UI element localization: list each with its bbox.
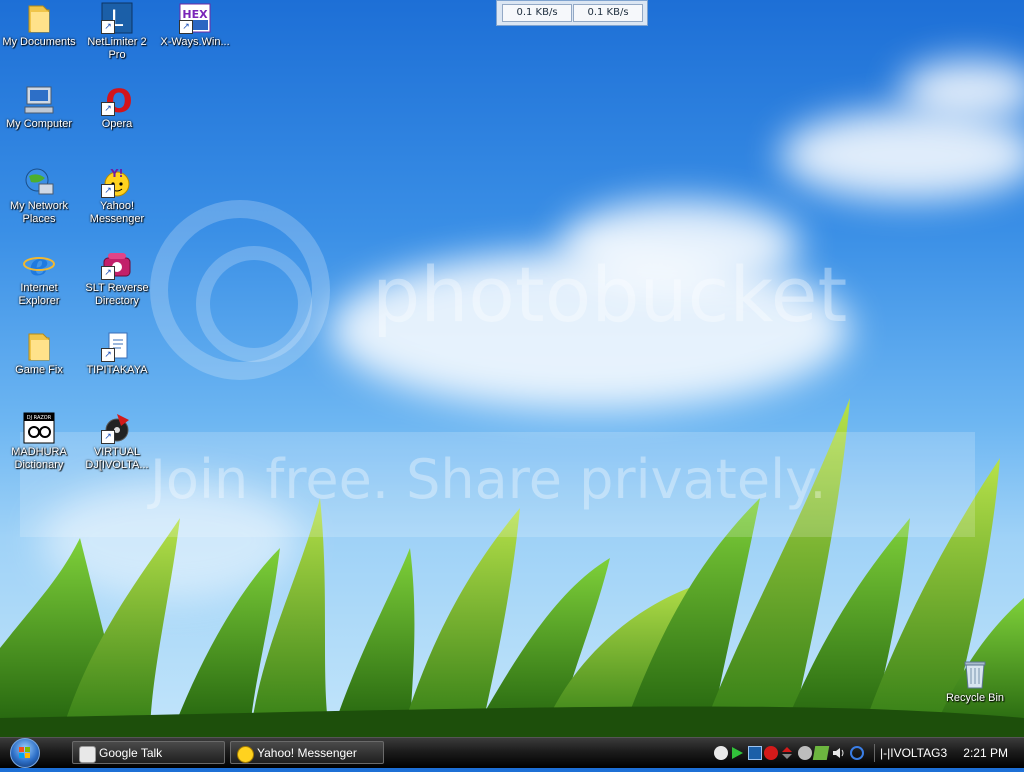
telephone-icon: ↗ xyxy=(101,248,133,280)
network-arrows-icon[interactable] xyxy=(780,746,794,760)
desktop-icon-xways[interactable]: HEX ↗ X-Ways.Win... xyxy=(156,2,234,49)
desktop-icon-my-computer[interactable]: My Computer xyxy=(0,84,78,131)
start-button[interactable] xyxy=(6,738,46,768)
shortcut-arrow-icon: ↗ xyxy=(101,266,115,280)
internet-explorer-icon: e xyxy=(23,248,55,283)
shortcut-arrow-icon: ↗ xyxy=(101,20,115,34)
svg-text:DJ RAZOR: DJ RAZOR xyxy=(27,415,52,421)
desktop-icon-virtual-dj[interactable]: ↗ VIRTUAL DJ[IVOLTA... xyxy=(78,412,156,472)
watermark-text-primary: photobucket xyxy=(372,250,848,339)
system-tray: |-|IVOLTAG3 2:21 PM xyxy=(708,738,1024,768)
computer-icon xyxy=(23,84,55,116)
desktop-icon-internet-explorer[interactable]: e Internet Explorer xyxy=(0,248,78,308)
watermark-text-secondary: Join free. Share privately. xyxy=(150,448,827,511)
photobucket-logo-watermark xyxy=(150,200,330,380)
cloud xyxy=(780,110,1024,200)
desktop-icon-yahoo-messenger[interactable]: Y! ↗ Yahoo! Messenger xyxy=(78,166,156,226)
document-icon: ↗ xyxy=(101,330,133,362)
google-talk-tray-icon[interactable] xyxy=(714,746,728,760)
taskbar-button-label: Yahoo! Messenger xyxy=(257,746,357,760)
desktop-icon-netlimiter[interactable]: L ↗ NetLimiter 2 Pro xyxy=(78,2,156,62)
svg-text:e: e xyxy=(29,248,48,280)
hex-editor-icon: HEX ↗ xyxy=(179,2,211,34)
yahoo-messenger-icon: Y! ↗ xyxy=(101,166,133,198)
network-globe-icon xyxy=(23,166,55,198)
upload-rate: 0.1 KB/s xyxy=(573,4,643,22)
dictionary-icon: DJ RAZOR xyxy=(23,412,55,444)
tray-user-label: |-|IVOLTAG3 xyxy=(880,746,948,760)
desktop-icon-tipitakaya[interactable]: ↗ TIPITAKAYA xyxy=(78,330,156,377)
netlimiter-meter[interactable]: 0.1 KB/s 0.1 KB/s xyxy=(496,0,648,26)
folder-icon xyxy=(23,2,55,34)
yahoo-smiley-icon xyxy=(237,746,254,763)
wireless-tray-icon[interactable] xyxy=(850,746,864,760)
taskbar-clock[interactable]: 2:21 PM xyxy=(963,738,1008,768)
desktop-icon-my-network-places[interactable]: My Network Places xyxy=(0,166,78,226)
taskbar-button-yahoo-messenger[interactable]: Yahoo! Messenger xyxy=(230,741,384,764)
netlimiter-icon: L ↗ xyxy=(101,2,133,34)
download-rate: 0.1 KB/s xyxy=(502,4,572,22)
shortcut-arrow-icon: ↗ xyxy=(101,430,115,444)
desktop-icon-madhura-dictionary[interactable]: DJ RAZOR MADHURA Dictionary xyxy=(0,412,78,472)
netlimiter-tray-icon[interactable] xyxy=(748,746,762,760)
error-tray-icon[interactable] xyxy=(764,746,778,760)
graphics-driver-icon[interactable] xyxy=(812,746,830,760)
taskbar: Google Talk Yahoo! Messenger |-|IVOLTAG3… xyxy=(0,737,1024,768)
desktop-icon-my-documents[interactable]: My Documents xyxy=(0,2,78,49)
desktop-icon-opera[interactable]: O ↗ Opera xyxy=(78,82,156,131)
tray-separator xyxy=(874,744,875,762)
chat-bubble-icon xyxy=(79,746,96,763)
play-arrow-icon[interactable] xyxy=(730,746,744,760)
folder-icon xyxy=(23,330,55,362)
volume-icon[interactable] xyxy=(832,746,846,760)
taskbar-button-label: Google Talk xyxy=(99,746,163,760)
shortcut-arrow-icon: ↗ xyxy=(179,20,193,34)
shortcut-arrow-icon: ↗ xyxy=(101,348,115,362)
svg-text:Y!: Y! xyxy=(110,167,124,180)
taskbar-button-google-talk[interactable]: Google Talk xyxy=(72,741,225,764)
desktop-icon-game-fix[interactable]: Game Fix xyxy=(0,330,78,377)
desktop-icon-recycle-bin[interactable]: Recycle Bin xyxy=(936,658,1014,705)
opera-icon: O ↗ xyxy=(101,82,133,120)
messenger-tray-icon[interactable] xyxy=(798,746,812,760)
recycle-bin-icon xyxy=(959,658,991,690)
shortcut-arrow-icon: ↗ xyxy=(101,184,115,198)
shortcut-arrow-icon: ↗ xyxy=(101,102,115,116)
windows-logo-icon xyxy=(10,738,40,768)
virtual-dj-icon: ↗ xyxy=(101,412,133,444)
desktop-icon-slt-reverse-directory[interactable]: ↗ SLT Reverse Directory xyxy=(78,248,156,308)
